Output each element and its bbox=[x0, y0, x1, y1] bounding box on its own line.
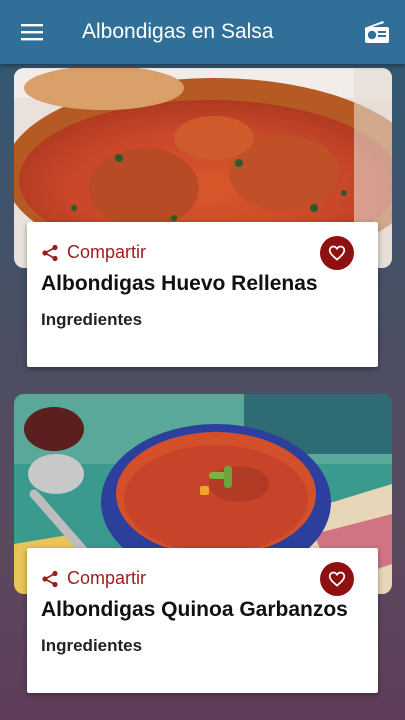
recipe-title: Albondigas Quinoa Garbanzos bbox=[41, 598, 348, 621]
hamburger-menu-icon bbox=[21, 24, 43, 41]
recipe-subtitle: Ingredientes bbox=[41, 310, 143, 329]
share-icon bbox=[42, 570, 58, 587]
favorite-button[interactable] bbox=[320, 562, 354, 596]
radio-button[interactable] bbox=[349, 0, 405, 64]
share-icon bbox=[42, 244, 58, 261]
menu-button[interactable] bbox=[0, 0, 64, 64]
share-button[interactable]: Compartir bbox=[41, 242, 146, 263]
share-label: Compartir bbox=[67, 568, 147, 588]
heart-icon bbox=[328, 245, 346, 261]
radio-icon bbox=[365, 21, 389, 43]
recipe-subtitle: Ingredientes bbox=[41, 636, 143, 655]
share-label: Compartir bbox=[67, 242, 147, 262]
recipe-info: Compartir Albondigas Quinoa Garbanzos In… bbox=[27, 548, 378, 693]
page-title: Albondigas en Salsa bbox=[82, 20, 274, 43]
favorite-button[interactable] bbox=[320, 236, 354, 270]
app-bar: Albondigas en Salsa bbox=[0, 0, 405, 64]
recipe-title: Albondigas Huevo Rellenas bbox=[41, 272, 318, 295]
recipe-info: Compartir Albondigas Huevo Rellenas Ingr… bbox=[27, 222, 378, 367]
heart-icon bbox=[328, 571, 346, 587]
share-button[interactable]: Compartir bbox=[41, 568, 146, 589]
